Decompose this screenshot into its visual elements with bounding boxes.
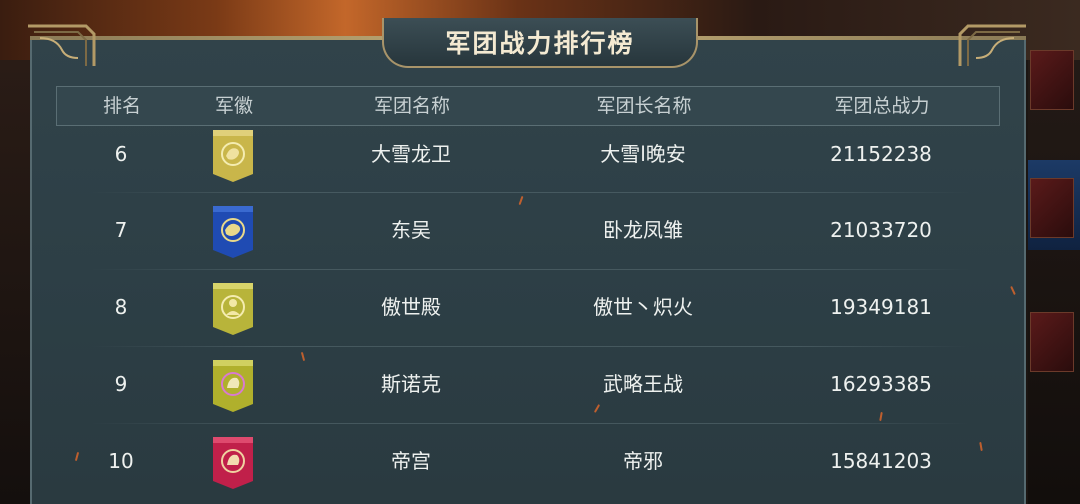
leader-name-cell: 傲世丶炽火 [593,295,693,319]
table-row[interactable]: 8 傲世殿 傲世丶炽火 19349181 [56,269,1000,346]
side-card-icon[interactable] [1030,178,1074,238]
rank-cell: 10 [108,449,134,473]
table-row[interactable]: 7 东吴 卧龙凤雏 21033720 [56,192,1000,269]
leader-name-cell: 武略王战 [603,372,683,396]
background-right [1028,60,1080,504]
ornament-corner-icon [28,24,96,66]
title-plate: 军团战力排行榜 [382,18,698,68]
rank-cell: 8 [114,295,128,319]
rank-cell: 6 [114,142,128,166]
total-power-cell: 19349181 [830,295,932,319]
page-title: 军团战力排行榜 [445,29,635,58]
legion-name-cell: 东吴 [391,218,431,242]
deity-emblem-icon[interactable] [213,283,253,335]
legion-name-cell: 傲世殿 [381,295,441,319]
side-card-icon[interactable] [1030,312,1074,372]
table-row[interactable]: 10 帝宫 帝邪 15841203 [56,423,1000,500]
dragon-emblem-icon[interactable] [213,206,253,258]
leader-name-cell: 卧龙凤雏 [603,218,683,242]
dragon-emblem-icon[interactable] [213,130,253,182]
rank-cell: 7 [114,218,128,242]
total-power-cell: 21152238 [830,142,932,166]
legion-name-cell: 大雪龙卫 [371,142,451,166]
total-power-cell: 21033720 [830,218,932,242]
background-left [0,60,34,504]
beast-emblem-icon[interactable] [213,360,253,412]
beast-emblem-icon[interactable] [213,437,253,489]
table-row[interactable]: 9 斯诺克 武略王战 16293385 [56,346,1000,423]
rank-cell: 9 [114,372,128,396]
legion-name-cell: 斯诺克 [381,372,441,396]
ornament-corner-icon [958,24,1026,66]
leader-name-cell: 大雪l晚安 [600,142,686,166]
leader-name-cell: 帝邪 [623,449,663,473]
side-card-icon[interactable] [1030,50,1074,110]
legion-name-cell: 帝宫 [391,449,431,473]
table-row[interactable]: 6 大雪龙卫 大雪l晚安 21152238 [56,116,1000,193]
total-power-cell: 15841203 [830,449,932,473]
